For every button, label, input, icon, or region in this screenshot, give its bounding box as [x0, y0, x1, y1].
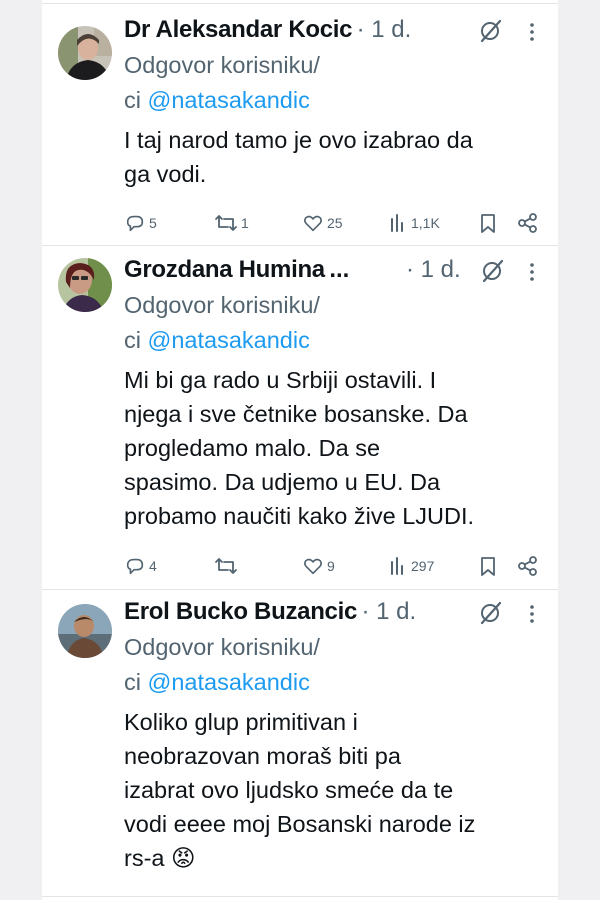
grok-icon[interactable]: [478, 600, 504, 626]
mention-link[interactable]: @natasakandic: [148, 669, 310, 695]
view-count: 1,1K: [411, 215, 440, 231]
views-icon: [391, 214, 403, 232]
tweet-text-line: Mi bi ga rado u Srbiji ostavili. I: [124, 367, 437, 393]
like-icon: [304, 215, 322, 232]
share-button[interactable]: [516, 553, 540, 579]
repost-icon: [215, 558, 237, 574]
tweet-text: I taj narod tamo je ovo izabrao da ga vo…: [124, 123, 540, 191]
author-name[interactable]: Erol Bucko Buzancic: [124, 598, 357, 626]
bookmark-button[interactable]: [478, 210, 498, 236]
action-bar: 5 1 25 1,1K: [124, 210, 540, 236]
reply-count: 5: [149, 215, 157, 231]
reply-button[interactable]: 5: [124, 210, 157, 236]
reply-icon: [126, 215, 144, 232]
tweet-text-line: spasimo. Da udjemo u EU. Da: [124, 469, 441, 495]
tweet-text-line: vodi eeee moj Bosanski narode iz: [124, 811, 476, 837]
reply-count: 4: [149, 558, 157, 574]
timestamp[interactable]: · 1 d.: [406, 256, 461, 284]
tweet-text-line: probamo naučiti kako žive LJUDI.: [124, 503, 475, 529]
reply-icon: [126, 558, 144, 575]
avatar[interactable]: [58, 258, 112, 312]
tweet-card[interactable]: Dr Aleksandar Kocic · 1 d. Odgovor koris…: [42, 4, 558, 244]
like-button[interactable]: 9: [302, 553, 335, 579]
reply-label: Odgovor korisniku/: [124, 292, 320, 318]
repost-icon: [215, 215, 237, 231]
grok-icon[interactable]: [478, 18, 504, 44]
view-count: 297: [411, 558, 435, 574]
grok-icon[interactable]: [480, 258, 506, 284]
share-icon: [518, 556, 537, 576]
tweet-card[interactable]: Grozdana Humina ... · 1 d. Odgovor koris…: [42, 246, 558, 588]
bookmark-icon: [481, 557, 495, 576]
reply-context: Odgovor korisniku/ ci @natasakandic: [124, 630, 540, 700]
author-name[interactable]: Grozdana Humina: [124, 256, 325, 284]
author-name[interactable]: Dr Aleksandar Kocic: [124, 16, 352, 44]
like-count: 9: [327, 558, 335, 574]
tweet-text-line: I taj narod tamo je ovo izabrao da: [124, 127, 473, 153]
action-bar: 4 9 297: [124, 553, 540, 579]
reply-label: Odgovor korisniku/: [124, 52, 320, 78]
views-icon: [391, 557, 403, 575]
bookmark-button[interactable]: [478, 553, 498, 579]
reply-context: Odgovor korisniku/ ci @natasakandic: [124, 288, 540, 358]
mention-link[interactable]: @natasakandic: [148, 87, 310, 113]
like-icon: [304, 558, 322, 575]
tweet-text: Koliko glup primitivan i neobrazovan mor…: [124, 705, 540, 875]
share-icon: [518, 213, 537, 233]
mention-link[interactable]: @natasakandic: [148, 327, 310, 353]
reply-prefix: ci: [124, 327, 148, 353]
divider: [42, 896, 558, 897]
reply-button[interactable]: 4: [124, 553, 157, 579]
reply-label: Odgovor korisniku/: [124, 634, 320, 660]
more-icon[interactable]: [524, 260, 540, 284]
tweet-text-line: rs-a 😡: [124, 845, 196, 871]
avatar[interactable]: [58, 604, 112, 658]
repost-button[interactable]: 1: [214, 210, 249, 236]
name-truncation: ...: [329, 256, 350, 283]
tweet-card[interactable]: Erol Bucko Buzancic · 1 d. Odgovor koris…: [42, 590, 558, 890]
tweet-text-line: neobrazovan moraš biti pa: [124, 743, 401, 769]
tweet-text-line: ga vodi.: [124, 161, 207, 187]
tweet-text-line: njega i sve četnike bosanske. Da: [124, 401, 468, 427]
repost-count: 1: [241, 215, 249, 231]
like-count: 25: [327, 215, 343, 231]
views-button[interactable]: 1,1K: [388, 210, 440, 236]
tweet-text-line: Koliko glup primitivan i: [124, 709, 358, 735]
views-button[interactable]: 297: [388, 553, 434, 579]
bookmark-icon: [481, 214, 495, 233]
more-icon[interactable]: [524, 602, 540, 626]
tweet-text: Mi bi ga rado u Srbiji ostavili. I njega…: [124, 363, 540, 533]
tweet-text-line: progledamo malo. Da se: [124, 435, 381, 461]
reply-prefix: ci: [124, 669, 148, 695]
tweet-text-line: izabrat ovo ljudsko smeće da te: [124, 777, 454, 803]
repost-button[interactable]: [214, 553, 241, 579]
like-button[interactable]: 25: [302, 210, 343, 236]
timestamp[interactable]: · 1 d.: [361, 598, 416, 626]
more-icon[interactable]: [524, 20, 540, 44]
share-button[interactable]: [516, 210, 540, 236]
reply-context: Odgovor korisniku/ ci @natasakandic: [124, 48, 540, 118]
timestamp[interactable]: · 1 d.: [357, 16, 412, 44]
reply-prefix: ci: [124, 87, 148, 113]
avatar[interactable]: [58, 26, 112, 80]
